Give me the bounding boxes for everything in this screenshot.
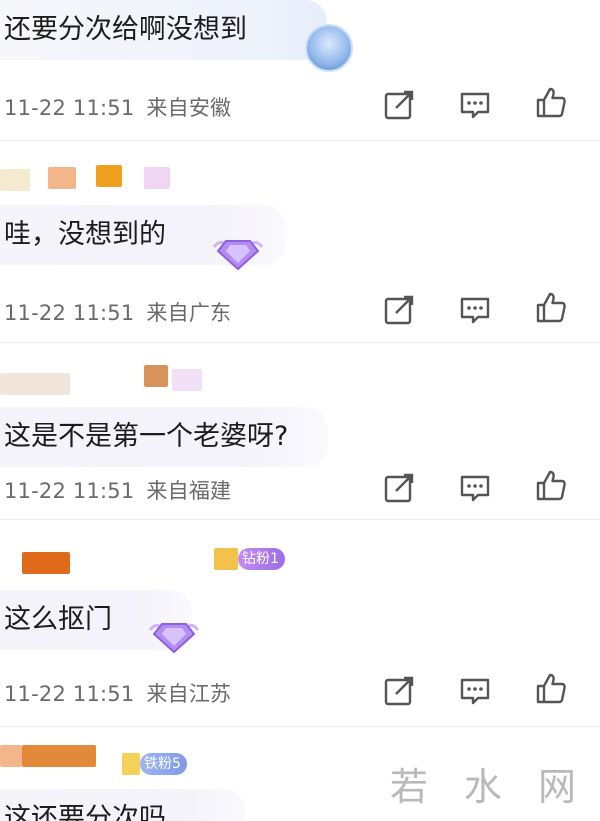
fan-level-text: 铁粉5 (144, 756, 181, 772)
comment-location: 来自广东 (146, 301, 232, 325)
comment-text: 哇，没想到的 (4, 219, 166, 250)
share-icon[interactable] (382, 88, 416, 122)
share-icon[interactable] (382, 674, 416, 708)
username-blurred (96, 165, 122, 187)
comment-location: 来自江苏 (146, 682, 232, 706)
comment-text: 这是不是第一个老婆呀? (4, 421, 289, 452)
comment-item: 钻粉1 这么抠门 11-22 11:51 来自江苏 (0, 520, 600, 725)
comment-meta: 11-22 11:51 来自福建 (4, 475, 231, 505)
comment-time: 11-22 11:51 (4, 479, 135, 503)
comment-location: 来自福建 (146, 479, 232, 503)
comment-item: 这是不是第一个老婆呀? 11-22 11:51 来自福建 (0, 343, 600, 518)
username-blurred (144, 365, 168, 387)
comment-meta: 11-22 11:51 来自广东 (4, 297, 231, 327)
username-blurred (172, 369, 202, 391)
comment-icon[interactable] (458, 471, 492, 505)
username-blurred (22, 552, 70, 574)
username-blurred (0, 373, 70, 395)
gem-medal-icon (146, 612, 202, 656)
fan-level-badge: 钻粉1 (238, 548, 285, 570)
comment-time: 11-22 11:51 (4, 301, 135, 325)
like-icon[interactable] (534, 86, 568, 120)
comment-meta: 11-22 11:51 来自安徽 (4, 92, 231, 122)
gem-medal-icon (210, 229, 266, 273)
username-blurred (0, 745, 22, 767)
share-icon[interactable] (382, 471, 416, 505)
share-icon[interactable] (382, 293, 416, 327)
comment-item: 还要分次给啊没想到 11-22 11:51 来自安徽 (0, 0, 600, 140)
fan-level-text: 钻粉1 (242, 551, 279, 567)
comment-icon[interactable] (458, 674, 492, 708)
username-blurred (0, 169, 30, 191)
username-blurred (22, 745, 96, 767)
comment-location: 来自安徽 (146, 96, 232, 120)
watermark: 若 水 网 (389, 765, 588, 809)
comment-time: 11-22 11:51 (4, 682, 135, 706)
comment-text: 这还要分次吗 (4, 803, 166, 821)
fan-level-badge: 铁粉5 (140, 753, 187, 775)
like-icon[interactable] (534, 469, 568, 503)
comment-icon[interactable] (458, 88, 492, 122)
comment-text: 这么抠门 (4, 604, 112, 635)
comment-meta: 11-22 11:51 来自江苏 (4, 678, 231, 708)
comment-icon[interactable] (458, 293, 492, 327)
comment-bubble: 还要分次给啊没想到 (0, 0, 327, 60)
comment-time: 11-22 11:51 (4, 96, 135, 120)
comment-bubble: 这是不是第一个老婆呀? (0, 407, 329, 467)
like-icon[interactable] (534, 291, 568, 325)
username-blurred (122, 753, 140, 775)
username-blurred (144, 167, 170, 189)
avatar-frame-icon (305, 24, 353, 72)
comment-item: 哇，没想到的 11-22 11:51 来自广东 (0, 141, 600, 341)
comment-bubble: 这还要分次吗 (0, 789, 246, 821)
username-blurred (214, 548, 238, 570)
username-blurred (48, 167, 76, 189)
like-icon[interactable] (534, 672, 568, 706)
comment-text: 还要分次给啊没想到 (4, 14, 247, 45)
